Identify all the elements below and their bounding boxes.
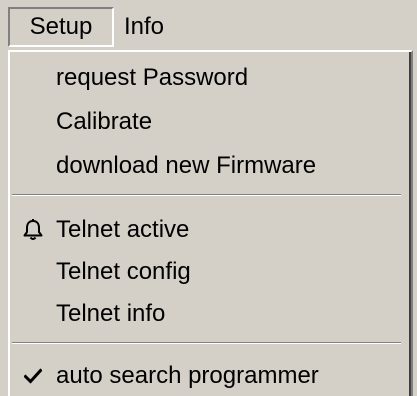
menu-item-calibrate[interactable]: Calibrate: [10, 102, 405, 142]
menu-item-download-firmware[interactable]: download new Firmware: [10, 146, 405, 186]
menu-separator: [12, 342, 401, 344]
setup-dropdown-menu: request Password Calibrate download new …: [8, 50, 413, 396]
menu-info[interactable]: Info: [114, 7, 194, 47]
menu-bar: Setup Info: [0, 0, 417, 50]
menu-item-request-password[interactable]: request Password: [10, 58, 405, 98]
menu-item-label: Telnet config: [56, 258, 191, 285]
menu-item-telnet-config[interactable]: Telnet config: [10, 252, 405, 292]
menu-item-auto-search-programmer[interactable]: auto search programmer: [10, 356, 405, 396]
app-window: Setup Info request Password Calibrate do…: [0, 0, 417, 396]
menu-item-label: Calibrate: [56, 108, 153, 135]
menu-separator: [12, 194, 401, 196]
menu-item-label: download new Firmware: [56, 152, 317, 179]
menu-item-label: auto search programmer: [56, 362, 319, 389]
menu-item-telnet-info[interactable]: Telnet info: [10, 294, 405, 334]
menu-item-telnet-active[interactable]: Telnet active: [10, 210, 405, 250]
menu-item-label: Telnet info: [56, 300, 166, 327]
menu-setup[interactable]: Setup: [8, 7, 114, 47]
menu-item-label: request Password: [56, 64, 249, 91]
menu-item-label: Telnet active: [56, 216, 190, 243]
checkmark-icon: [20, 356, 46, 396]
bell-icon: [20, 210, 46, 250]
